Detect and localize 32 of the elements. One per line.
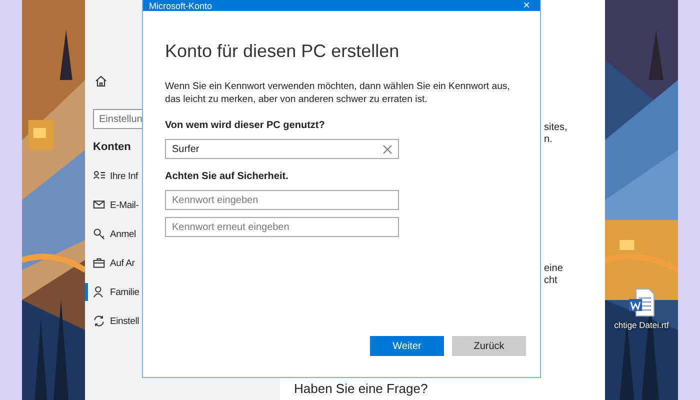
window-title: Microsoft-Konto [149,1,212,11]
nav-item[interactable]: Einstell [85,312,140,330]
section-heading: Haben Sie eine Frage? [294,381,428,397]
text-fragment: cht [544,275,558,287]
text-fragment: n. [544,134,554,146]
text-fragment: sites, [544,122,568,134]
file-label[interactable]: chtige Datei.rtf [614,320,669,330]
next-button[interactable]: Weiter [370,336,444,356]
back-button[interactable]: Zurück [452,336,526,356]
nav-item[interactable]: Ihre Inf [85,167,138,185]
section-title: Konten [93,141,131,153]
intro-text: Wenn Sie ein Kennwort verwenden möchten, dann wählen Sie ein Kennwort aus, das leicht zu merken, aber von anderen schwer zu erraten ist. [165,80,511,106]
dialog-heading: Konto für diesen PC erstellen [165,41,400,62]
contact-card-icon [93,171,105,180]
nav-item[interactable]: Auf Ar [85,254,135,272]
nav-item[interactable]: Anmel [85,225,136,243]
clear-icon[interactable] [383,144,392,154]
close-button[interactable]: × [518,0,534,11]
field-label: Achten Sie auf Sicherheit. [165,171,290,182]
sync-icon [94,315,104,327]
password-field[interactable]: Kennwort eingeben [165,190,399,210]
briefcase-icon [93,258,105,268]
nav-item[interactable]: E-Mail- [85,196,139,214]
key-icon [94,228,105,240]
password-field[interactable]: Kennwort erneut eingeben [165,217,399,237]
mail-icon [93,200,105,209]
document-icon[interactable] [628,288,656,318]
person-icon [93,286,103,298]
name-field[interactable]: Surfer [165,139,399,159]
home-icon[interactable] [95,75,107,87]
nav-item[interactable]: Familie [85,283,140,301]
text-fragment: eine [544,263,563,275]
